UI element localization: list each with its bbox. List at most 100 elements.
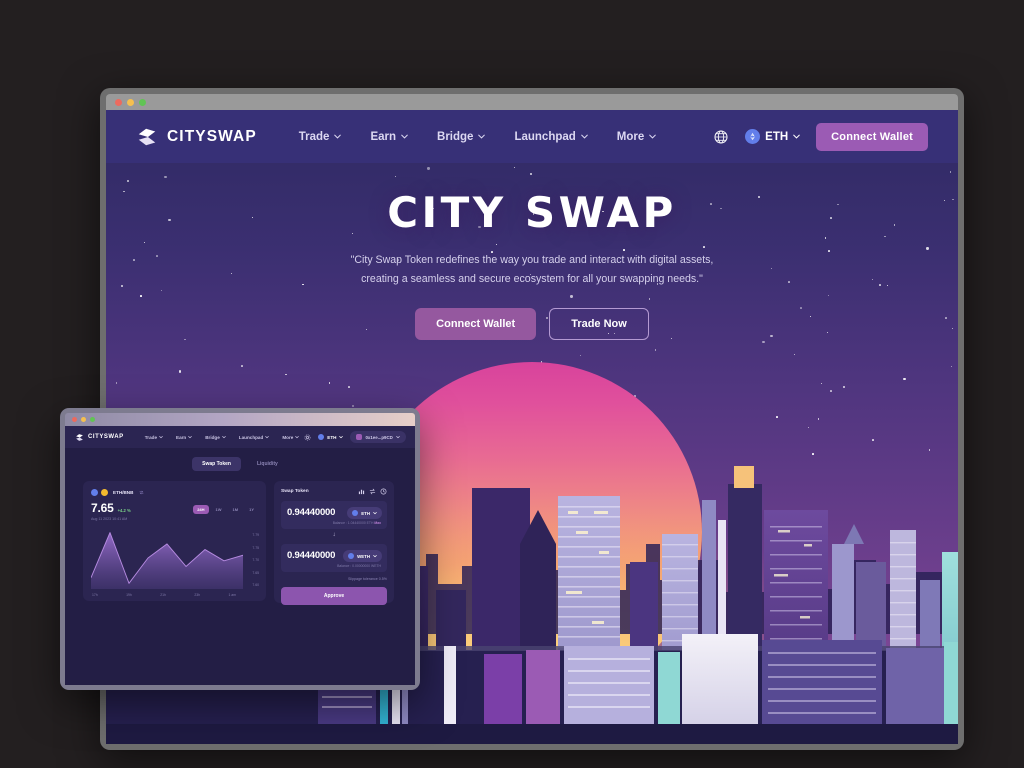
hero-subtitle: "City Swap Token redefines the way you t…	[106, 251, 958, 288]
chart-y-axis: 7.79 7.75 7.70 7.65 7.60	[252, 533, 259, 587]
nav-item-more[interactable]: More	[605, 124, 668, 150]
chevron-down-icon	[395, 435, 400, 439]
swap-to-box[interactable]: 0.94440000 WETH Balance : 0.00000000 WET…	[281, 544, 387, 572]
wallet-address-label: 0x1ee...p9CD	[365, 434, 393, 440]
star-icon	[762, 340, 765, 344]
app-window-close-button[interactable]	[72, 417, 77, 422]
window-close-button[interactable]	[115, 98, 122, 106]
app-window-minimize-button[interactable]	[81, 417, 86, 422]
chevron-down-icon	[373, 554, 377, 558]
app-content: ETH/BNB 7.65 +4.2 % Aug 11 2023 10:41 AM…	[65, 471, 415, 605]
price-area-chart	[91, 532, 243, 589]
y-tick: 7.70	[252, 558, 259, 562]
hero-trade-now-button[interactable]: Trade Now	[549, 308, 649, 341]
window-minimize-button[interactable]	[127, 98, 134, 106]
chevron-down-icon	[159, 435, 163, 439]
page-title: CITY SWAP	[387, 188, 677, 237]
nav-item-launchpad-label: Launchpad	[514, 130, 576, 143]
swap-card: Swap Token 0.94440000 ETH Balance: 1.04…	[274, 481, 394, 605]
app-brand-name: CITYSWAP	[88, 434, 124, 440]
bnb-icon	[101, 489, 108, 496]
star-icon	[178, 370, 181, 373]
app-nav-item-trade-label: Trade	[144, 434, 158, 440]
x-tick: 23h	[194, 593, 200, 597]
swap-direction-button[interactable]: ↓	[281, 532, 387, 538]
history-icon[interactable]	[380, 488, 387, 495]
chain-selector[interactable]: ETH	[745, 129, 800, 144]
nav-item-bridge[interactable]: Bridge	[425, 124, 497, 150]
window-maximize-button[interactable]	[139, 98, 146, 106]
app-window-maximize-button[interactable]	[90, 417, 95, 422]
swap-to-token-selector[interactable]: WETH	[343, 550, 382, 562]
outer-titlebar	[106, 94, 958, 110]
chevron-down-icon	[334, 134, 342, 139]
price-chart-card: ETH/BNB 7.65 +4.2 % Aug 11 2023 10:41 AM…	[83, 481, 266, 601]
wallet-address-chip[interactable]: 0x1ee...p9CD	[350, 431, 406, 443]
swap-from-balance: Balance : 1.04440000 ETH	[332, 521, 374, 525]
star-icon	[529, 172, 533, 176]
y-tick: 7.65	[252, 570, 259, 575]
x-tick: 1 am	[228, 593, 236, 597]
app-nav-item-bridge-label: Bridge	[205, 434, 220, 440]
chevron-down-icon	[793, 134, 800, 139]
ethereum-icon	[91, 489, 98, 496]
app-primary-nav: Trade Earn Bridge Launchpad More	[140, 432, 305, 443]
ethereum-icon	[745, 129, 761, 144]
app-chain-selector[interactable]: ETH	[318, 434, 344, 440]
range-1m[interactable]: 1M	[229, 505, 243, 514]
app-nav-item-more-label: More	[282, 434, 294, 440]
app-nav-item-earn[interactable]: Earn	[171, 432, 197, 443]
nav-item-trade[interactable]: Trade	[287, 124, 354, 150]
app-nav-item-launchpad-label: Launchpad	[238, 434, 264, 440]
connect-wallet-button[interactable]: Connect Wallet	[816, 122, 928, 151]
site-navbar: CITYSWAP Trade Earn Bridge Launchpad Mor…	[106, 110, 958, 163]
tab-liquidity[interactable]: Liquidity	[247, 457, 288, 471]
app-nav-item-trade[interactable]: Trade	[140, 432, 168, 443]
chevron-down-icon	[188, 435, 193, 439]
globe-icon[interactable]	[713, 129, 729, 145]
range-1y[interactable]: 1Y	[245, 505, 258, 514]
chart-range-selector: 24H 1W 1M 1Y	[193, 505, 258, 514]
x-tick: 21h	[160, 593, 166, 597]
swap-arrows-icon[interactable]	[139, 490, 144, 495]
hero-subtitle-line-2: creating a seamless and secure ecosystem…	[361, 272, 703, 285]
app-titlebar	[65, 413, 415, 426]
range-24h[interactable]: 24H	[193, 505, 209, 514]
tab-swap-token[interactable]: Swap Token	[192, 457, 241, 471]
chevron-down-icon	[649, 134, 657, 139]
nav-item-launchpad[interactable]: Launchpad	[502, 124, 599, 150]
app-brand-logo-group[interactable]: CITYSWAP	[75, 433, 124, 442]
app-tabs: Swap Token Liquidity	[65, 457, 415, 471]
chevron-down-icon	[401, 134, 408, 139]
nav-item-earn[interactable]: Earn	[358, 124, 420, 150]
app-window: CITYSWAP Trade Earn Bridge Launchpad Mor…	[60, 408, 420, 690]
swap-arrows-icon[interactable]	[369, 488, 376, 495]
x-tick: 17h	[92, 593, 98, 597]
cityswap-logo-icon	[76, 433, 83, 441]
swap-from-max-button[interactable]: Max	[374, 521, 381, 525]
swap-from-token-selector[interactable]: ETH	[347, 507, 382, 519]
app-nav-item-bridge[interactable]: Bridge	[200, 432, 231, 443]
app-nav-item-launchpad[interactable]: Launchpad	[234, 432, 275, 443]
swap-to-balance: Balance : 0.00000000 WETH	[337, 564, 381, 568]
star-icon	[427, 167, 430, 170]
chevron-down-icon	[221, 435, 226, 439]
slippage-value: 0.5%	[378, 577, 387, 581]
wallet-avatar	[356, 434, 363, 440]
chain-label: ETH	[765, 130, 789, 143]
swap-from-token-label: ETH	[361, 510, 370, 516]
chart-x-axis: 17h 19h 21h 23h 1 am	[92, 593, 236, 597]
app-viewport: CITYSWAP Trade Earn Bridge Launchpad Mor…	[65, 426, 415, 685]
app-nav-item-more[interactable]: More	[277, 432, 304, 443]
pair-header: ETH/BNB	[91, 489, 258, 496]
gear-icon[interactable]	[304, 434, 311, 441]
brand-logo-group[interactable]: CITYSWAP	[136, 126, 257, 148]
swap-to-balance-row: Balance : 0.00000000 WETH	[287, 564, 381, 568]
nav-item-trade-label: Trade	[298, 130, 330, 143]
range-1w[interactable]: 1W	[212, 505, 226, 514]
chart-icon[interactable]	[358, 488, 365, 495]
hero-connect-wallet-button[interactable]: Connect Wallet	[415, 308, 537, 341]
approve-button[interactable]: Approve	[281, 587, 387, 605]
current-price: 7.65	[91, 501, 114, 515]
swap-from-box[interactable]: 0.94440000 ETH Balance : 1.04440000 ETH …	[281, 501, 387, 529]
